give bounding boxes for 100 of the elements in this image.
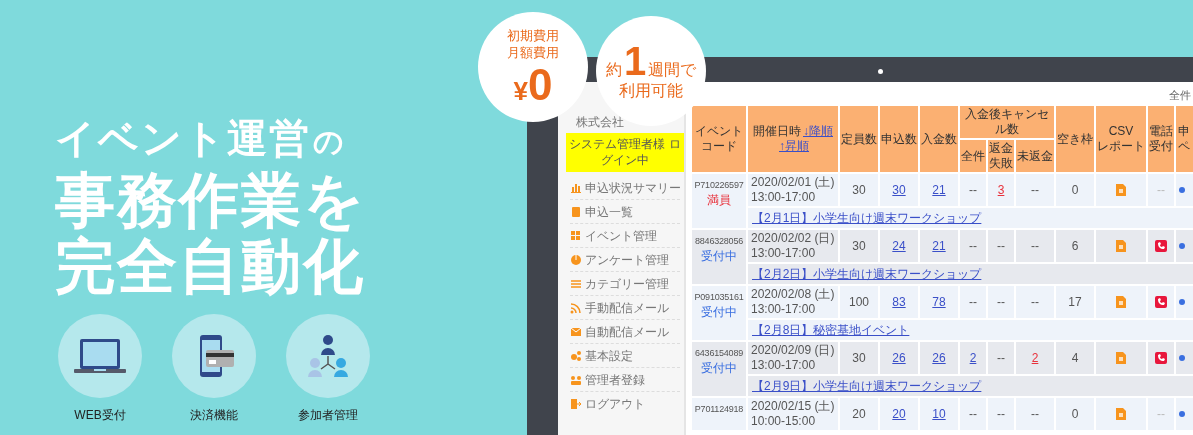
feature-label: 決済機能	[190, 407, 238, 424]
count-link[interactable]: 26	[892, 350, 906, 365]
dot-icon[interactable]	[1179, 243, 1185, 250]
headline-text: の	[313, 124, 344, 160]
badge-text: 利用可能	[619, 81, 683, 101]
table-cell: 20	[852, 406, 866, 421]
badge-text: 月額費用	[507, 44, 559, 61]
event-code: P710226597	[693, 179, 745, 192]
table-cell: 100	[849, 294, 869, 309]
table-cell: --	[997, 406, 1005, 421]
table-cell: --	[1031, 294, 1039, 309]
date-time-cell: 2020/02/08 (土) 13:00-17:00	[747, 285, 839, 319]
column-header: イベントコード	[691, 105, 747, 173]
sort-link[interactable]: ↓降順	[803, 124, 833, 138]
badge-text: 初期費用	[507, 27, 559, 44]
currency-sign: ¥	[513, 78, 528, 104]
column-header: 入金後キャンセル数	[959, 105, 1055, 139]
table-cell: --	[997, 294, 1005, 309]
count-link[interactable]: 24	[892, 238, 906, 253]
table-cell: 30	[852, 350, 866, 365]
dot-icon[interactable]	[1179, 355, 1185, 362]
logout-icon	[570, 398, 582, 411]
table-cell: --	[969, 238, 977, 253]
table-cell: --	[1157, 182, 1165, 197]
count-link[interactable]: 3	[997, 182, 1005, 197]
status-label: 受付中	[700, 249, 738, 264]
menu-item[interactable]: 管理者登録	[570, 368, 680, 393]
headline-text: 事務作業を	[55, 168, 366, 234]
login-notice: システム管理者様 ログイン中	[566, 133, 684, 173]
table-cell: --	[997, 350, 1005, 365]
price-amount: 0	[528, 63, 553, 107]
menu-item[interactable]: 基本設定	[570, 344, 680, 369]
table-cell: 4	[1071, 350, 1079, 365]
column-header: 空き枠	[1055, 105, 1095, 173]
bar-chart-icon	[570, 181, 582, 194]
rss-icon	[570, 301, 582, 314]
column-header: CSV レポート	[1095, 105, 1147, 173]
table-cell: --	[969, 294, 977, 309]
dot-icon[interactable]	[1179, 299, 1185, 306]
table-cell: 6	[1071, 238, 1079, 253]
table-cell: --	[1031, 238, 1039, 253]
event-code: P701124918	[693, 403, 745, 416]
status-label: 受付中	[700, 305, 738, 320]
headline-text: イベント運営	[55, 115, 311, 162]
feature-label: 参加者管理	[298, 407, 358, 424]
count-link[interactable]: 83	[892, 294, 906, 309]
mail-icon	[570, 325, 582, 338]
phone-icon[interactable]	[1155, 352, 1167, 365]
count-link[interactable]: 78	[932, 294, 946, 309]
table-cell: --	[969, 406, 977, 421]
count-link[interactable]: 26	[932, 350, 946, 365]
count-link[interactable]: 21	[932, 182, 946, 197]
event-code: P091035161	[693, 291, 745, 304]
people-icon	[570, 373, 582, 386]
table-cell: --	[1157, 406, 1165, 421]
table-cell: 17	[1068, 294, 1082, 309]
document-icon[interactable]	[1116, 296, 1126, 309]
count-link[interactable]: 21	[932, 238, 946, 253]
menu-item[interactable]: 申込状況サマリー	[570, 176, 680, 201]
total-label: 全件	[1169, 90, 1191, 101]
list-icon	[570, 277, 582, 290]
badge-number: 1	[623, 41, 647, 81]
table-cell: --	[1031, 182, 1039, 197]
table-cell: --	[1031, 406, 1039, 421]
column-header: 入金数	[919, 105, 959, 173]
menu-item[interactable]: 手動配信メール	[570, 296, 680, 321]
status-label: 満員	[706, 193, 732, 208]
dot-icon[interactable]	[1179, 187, 1185, 194]
column-header: 申込数	[879, 105, 919, 173]
date-time-cell: 2020/02/02 (日) 13:00-17:00	[747, 229, 839, 263]
count-link[interactable]: 20	[892, 406, 906, 421]
dot-icon[interactable]	[1179, 411, 1185, 418]
table-cell: 30	[852, 238, 866, 253]
menu-item[interactable]: イベント管理	[570, 224, 680, 249]
document-icon[interactable]	[1116, 184, 1126, 197]
menu-item[interactable]: アンケート管理	[570, 248, 680, 273]
count-link[interactable]: 2	[969, 350, 977, 365]
count-link[interactable]: 2	[1031, 350, 1039, 365]
phone-icon[interactable]	[1155, 240, 1167, 253]
count-link[interactable]: 30	[892, 182, 906, 197]
date-time-cell: 2020/02/01 (土) 13:00-17:00	[747, 173, 839, 207]
table-cell: --	[969, 182, 977, 197]
column-header: 定員数	[839, 105, 879, 173]
column-header: 開催日時	[753, 124, 801, 138]
column-header: 電話 受付	[1147, 105, 1175, 173]
menu-item[interactable]: 申込一覧	[570, 200, 680, 225]
event-code: 6436154089	[693, 347, 745, 360]
count-link[interactable]: 10	[932, 406, 946, 421]
event-code: 8846328056	[693, 235, 745, 248]
document-icon[interactable]	[1116, 408, 1126, 421]
menu-item[interactable]: ログアウト	[570, 392, 680, 417]
menu-item[interactable]: カテゴリー管理	[570, 272, 680, 297]
status-label: 受付中	[700, 361, 738, 376]
date-time-cell: 2020/02/09 (日) 13:00-17:00	[747, 341, 839, 375]
badge-text: 週間で	[648, 62, 697, 78]
date-time-cell: 2020/02/15 (土) 10:00-15:00	[747, 397, 839, 431]
sort-link[interactable]: ↑昇順	[779, 139, 809, 153]
table-cell: 0	[1071, 182, 1079, 197]
phone-icon[interactable]	[1155, 296, 1167, 309]
menu-item[interactable]: 自動配信メール	[570, 320, 680, 345]
